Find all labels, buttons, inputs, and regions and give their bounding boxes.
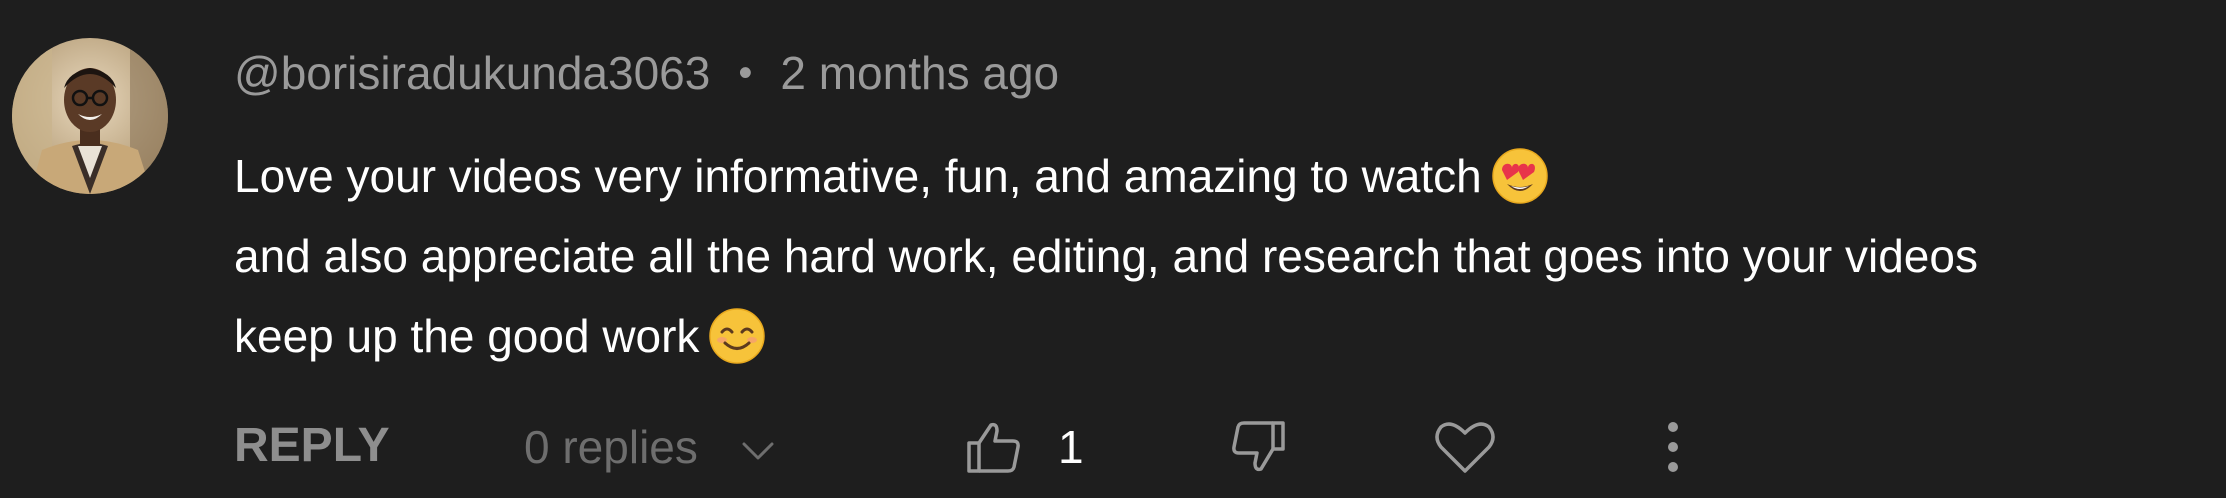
dislike-button[interactable] bbox=[1224, 414, 1294, 484]
more-options-button[interactable] bbox=[1638, 414, 1708, 484]
comment-line-text: Love your videos very informative, fun, … bbox=[234, 150, 1482, 202]
meta-separator: • bbox=[738, 50, 753, 95]
heart-button[interactable] bbox=[1430, 414, 1500, 484]
chevron-down-icon bbox=[738, 427, 778, 467]
reply-button[interactable]: REPLY bbox=[234, 418, 390, 473]
smiling-emoji bbox=[707, 306, 767, 366]
comment-meta: @borisiradukunda3063 • 2 months ago bbox=[234, 40, 1059, 106]
heart-icon bbox=[1433, 417, 1497, 482]
comment-actions: REPLY 0 replies 1 bbox=[0, 410, 2226, 490]
avatar-image bbox=[12, 38, 168, 194]
replies-label: 0 replies bbox=[524, 421, 698, 473]
comment-line-text: and also appreciate all the hard work, e… bbox=[234, 230, 1978, 282]
comment-card: @borisiradukunda3063 • 2 months ago Love… bbox=[0, 0, 2226, 498]
comment-line-text: keep up the good work bbox=[234, 310, 700, 362]
comment-text: Love your videos very informative, fun, … bbox=[234, 136, 2194, 376]
thumbs-down-icon bbox=[1229, 417, 1289, 482]
heart-eyes-emoji bbox=[1490, 146, 1550, 206]
comment-line-1: Love your videos very informative, fun, … bbox=[234, 136, 2194, 216]
thumbs-up-icon bbox=[963, 417, 1023, 482]
comment-time[interactable]: 2 months ago bbox=[780, 46, 1059, 100]
more-vert-icon bbox=[1663, 417, 1683, 482]
comment-line-3: keep up the good work bbox=[234, 296, 2194, 376]
replies-toggle[interactable]: 0 replies bbox=[524, 420, 778, 474]
like-count: 1 bbox=[1058, 421, 1084, 473]
avatar[interactable] bbox=[12, 38, 168, 194]
author-name[interactable]: @borisiradukunda3063 bbox=[234, 46, 710, 100]
like-button[interactable] bbox=[958, 414, 1028, 484]
comment-line-2: and also appreciate all the hard work, e… bbox=[234, 216, 2194, 296]
